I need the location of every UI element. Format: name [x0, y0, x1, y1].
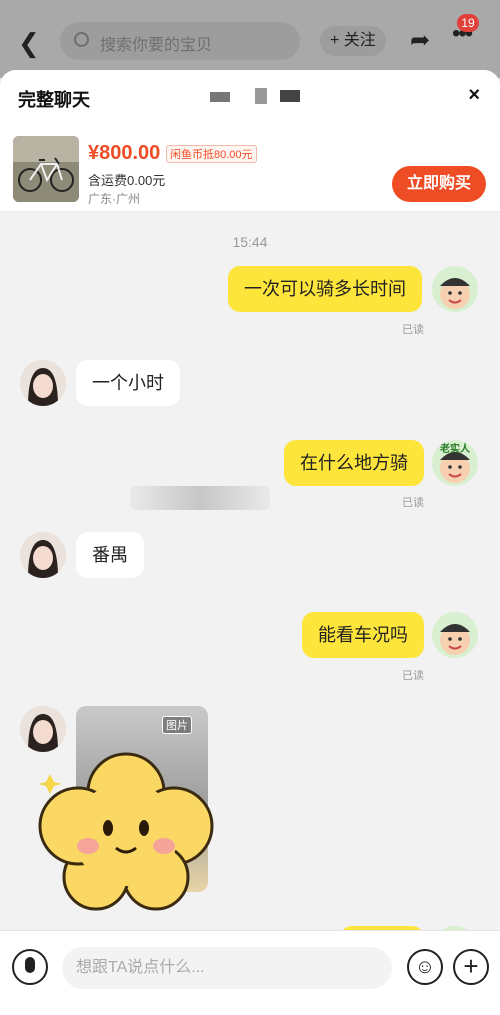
buy-now-button[interactable]: 立即购买: [392, 166, 486, 202]
search-box[interactable]: 搜索你要的宝贝: [60, 22, 300, 60]
share-icon[interactable]: ➦: [410, 26, 430, 55]
notification-badge: 19: [457, 14, 479, 32]
sheet-title: 完整聊天: [18, 90, 90, 110]
avatar-face-icon: [20, 532, 66, 578]
product-location: 广东·广州: [88, 192, 140, 206]
redacted-name-part: [255, 88, 267, 104]
read-receipt: 已读: [402, 324, 424, 336]
avatar-face-icon: [440, 624, 470, 655]
message-input[interactable]: [62, 947, 392, 989]
avatar-face-icon: [20, 360, 66, 406]
flower-sticker-icon: [38, 752, 214, 911]
search-placeholder: 搜索你要的宝贝: [100, 37, 213, 54]
message-bubble-other[interactable]: 一个小时: [76, 360, 180, 406]
avatar-other[interactable]: [20, 532, 66, 578]
follow-button[interactable]: + 关注: [320, 26, 386, 56]
avatar-face-icon: [440, 278, 470, 309]
avatar-self[interactable]: [432, 266, 478, 312]
product-image[interactable]: [13, 136, 79, 202]
read-receipt: 已读: [402, 670, 424, 682]
read-receipt: 已读: [402, 497, 424, 509]
emoji-icon[interactable]: ☺: [407, 949, 443, 985]
message-bubble-self[interactable]: 在什么地方骑: [284, 440, 424, 486]
chat-sheet: 完整聊天 × ¥800.00 闲鱼币抵80.00元 含运费0.00元 广东·广州…: [0, 70, 500, 1015]
avatar-tag: 老实人: [440, 444, 470, 455]
redacted-area: [130, 486, 270, 510]
search-icon: [74, 32, 89, 47]
redacted-name-part: [280, 90, 300, 102]
product-price: ¥800.00: [88, 142, 161, 164]
plus-icon[interactable]: +: [453, 949, 489, 985]
avatar-other[interactable]: [20, 360, 66, 406]
shipping-fee: 含运费0.00元: [88, 173, 166, 188]
message-bubble-self[interactable]: 能看车况吗: [302, 612, 424, 658]
product-card[interactable]: ¥800.00 闲鱼币抵80.00元 含运费0.00元 广东·广州 立即购买: [0, 122, 500, 212]
chat-timestamp: 15:44: [232, 234, 268, 250]
chevron-left-icon[interactable]: ❮: [18, 28, 40, 59]
image-tag: 图片: [162, 716, 192, 734]
close-button[interactable]: ×: [468, 84, 480, 107]
top-bar: ❮ 搜索你要的宝贝 + 关注 ➦ ••• 19: [0, 0, 500, 78]
microphone-icon[interactable]: [12, 949, 48, 985]
coin-discount-badge: 闲鱼币抵80.00元: [166, 145, 257, 163]
redacted-name: [210, 92, 230, 102]
sheet-header: 完整聊天 ×: [0, 70, 500, 122]
avatar-self[interactable]: [432, 612, 478, 658]
message-bubble-self[interactable]: 一次可以骑多长时间: [228, 266, 422, 312]
bicycle-icon: [13, 136, 79, 202]
input-bar: ☺ +: [0, 930, 500, 1015]
message-bubble-other[interactable]: 番禺: [76, 532, 144, 578]
